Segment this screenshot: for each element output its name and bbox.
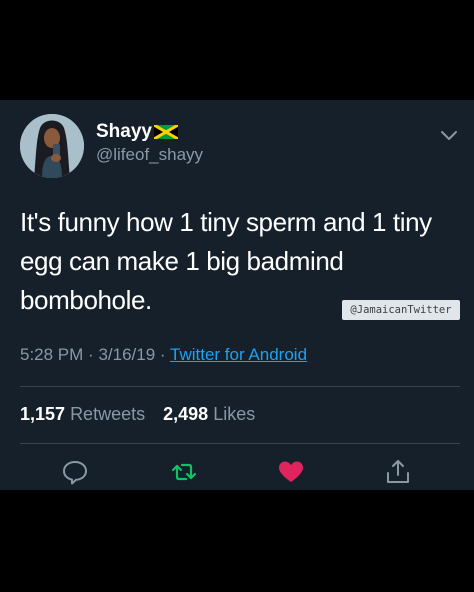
watermark: @JamaicanTwitter xyxy=(342,300,460,320)
retweets-label: Retweets xyxy=(70,404,146,424)
likes-label: Likes xyxy=(213,404,256,424)
reply-icon[interactable] xyxy=(61,458,89,486)
tweet-card: Shayy @lifeof_shayy It's funny how 1 tin… xyxy=(0,100,474,490)
user-handle[interactable]: @lifeof_shayy xyxy=(96,145,203,165)
heart-icon[interactable] xyxy=(277,458,305,486)
meta-separator: · xyxy=(88,345,94,364)
display-name-text: Shayy xyxy=(96,121,152,142)
chevron-down-icon[interactable] xyxy=(440,128,458,140)
share-icon[interactable] xyxy=(384,458,412,486)
meta-separator: · xyxy=(159,345,166,364)
divider xyxy=(20,386,460,387)
retweet-icon[interactable] xyxy=(170,458,198,486)
retweets-stat[interactable]: 1,157 Retweets xyxy=(20,404,145,424)
tweet-date[interactable]: 3/16/19 xyxy=(98,345,155,364)
likes-count: 2,498 xyxy=(163,404,209,424)
tweet-meta: 5:28 PM · 3/16/19 · Twitter for Android xyxy=(20,345,307,365)
display-name[interactable]: Shayy xyxy=(96,121,179,145)
likes-stat[interactable]: 2,498 Likes xyxy=(163,404,255,424)
tweet-stats: 1,157 Retweets 2,498 Likes xyxy=(20,404,255,425)
retweets-count: 1,157 xyxy=(20,404,66,424)
jamaica-flag-icon xyxy=(153,123,179,145)
avatar[interactable] xyxy=(20,114,84,178)
tweet-source-link[interactable]: Twitter for Android xyxy=(170,345,307,364)
divider xyxy=(20,443,460,444)
tweet-time[interactable]: 5:28 PM xyxy=(20,345,83,364)
